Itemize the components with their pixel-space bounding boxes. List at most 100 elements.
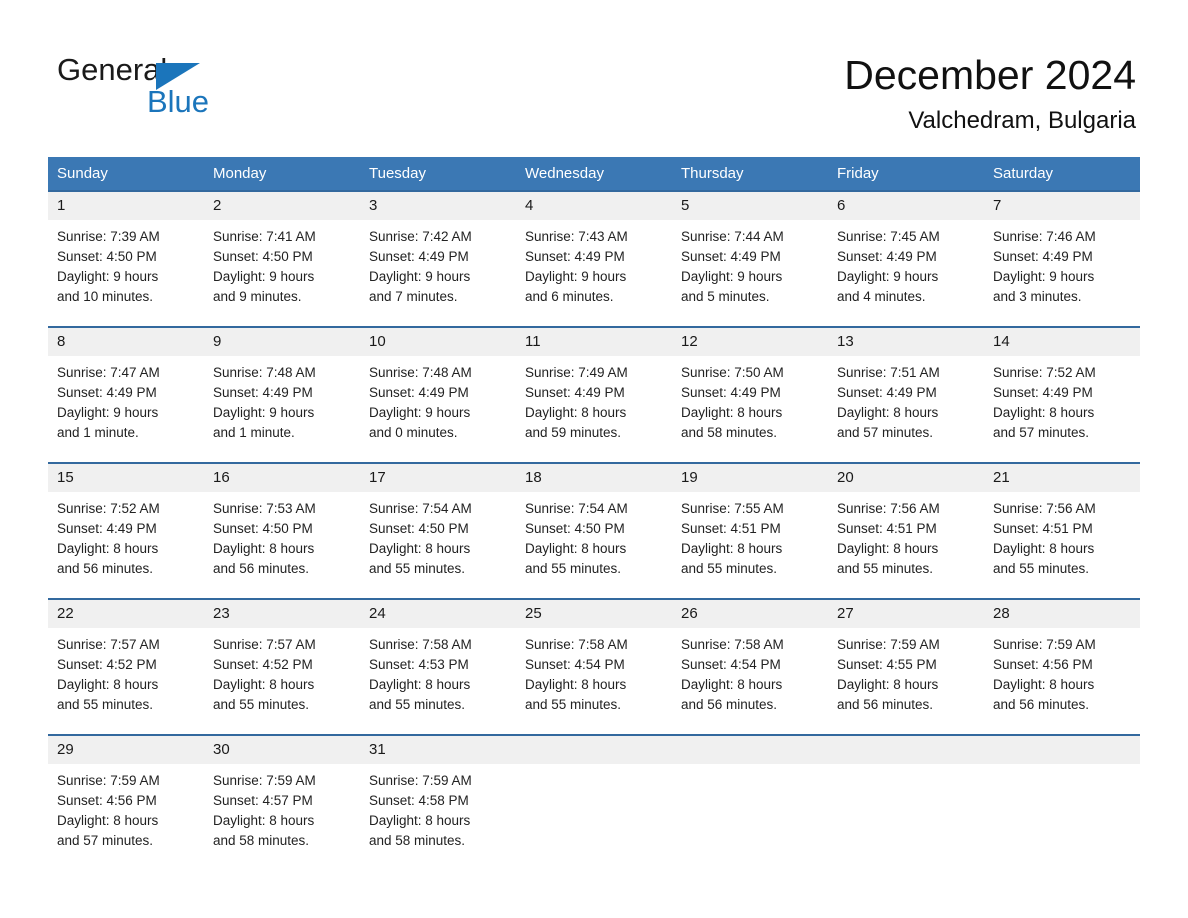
sunrise-text: Sunrise: 7:42 AM bbox=[369, 229, 472, 244]
sunrise-text: Sunrise: 7:39 AM bbox=[57, 229, 160, 244]
day-number[interactable]: 23 bbox=[204, 600, 360, 628]
day-number[interactable]: 18 bbox=[516, 464, 672, 492]
day-number[interactable]: 10 bbox=[360, 328, 516, 356]
day-number[interactable]: 15 bbox=[48, 464, 204, 492]
sunrise-text: Sunrise: 7:47 AM bbox=[57, 365, 160, 380]
day-number[interactable]: 26 bbox=[672, 600, 828, 628]
brand-name-blue: Blue bbox=[146, 84, 209, 119]
day-detail: Sunrise: 7:56 AM Sunset: 4:51 PM Dayligh… bbox=[984, 492, 1140, 598]
day-number[interactable]: 7 bbox=[984, 192, 1140, 220]
daylight-text-line2: and 56 minutes. bbox=[993, 697, 1090, 712]
page-header: General Blue December 2024 Valchedram, B… bbox=[0, 0, 1188, 155]
day-number[interactable]: 16 bbox=[204, 464, 360, 492]
day-cell-empty bbox=[984, 736, 1140, 764]
day-number[interactable]: 21 bbox=[984, 464, 1140, 492]
daylight-text-line1: Daylight: 8 hours bbox=[993, 677, 1095, 692]
day-number[interactable]: 6 bbox=[828, 192, 984, 220]
sunset-text: Sunset: 4:54 PM bbox=[681, 657, 781, 672]
daylight-text-line2: and 57 minutes. bbox=[57, 833, 154, 848]
day-detail: Sunrise: 7:44 AM Sunset: 4:49 PM Dayligh… bbox=[672, 220, 828, 326]
day-number[interactable]: 19 bbox=[672, 464, 828, 492]
daylight-text-line2: and 56 minutes. bbox=[213, 561, 310, 576]
day-detail: Sunrise: 7:53 AM Sunset: 4:50 PM Dayligh… bbox=[204, 492, 360, 598]
daylight-text-line2: and 56 minutes. bbox=[837, 697, 934, 712]
sunset-text: Sunset: 4:51 PM bbox=[837, 521, 937, 536]
daylight-text-line1: Daylight: 8 hours bbox=[213, 677, 315, 692]
sunrise-text: Sunrise: 7:52 AM bbox=[993, 365, 1096, 380]
day-number[interactable]: 30 bbox=[204, 736, 360, 764]
day-number[interactable]: 11 bbox=[516, 328, 672, 356]
day-detail: Sunrise: 7:48 AM Sunset: 4:49 PM Dayligh… bbox=[204, 356, 360, 462]
day-detail-empty bbox=[984, 764, 1140, 868]
day-number[interactable]: 8 bbox=[48, 328, 204, 356]
day-number[interactable]: 13 bbox=[828, 328, 984, 356]
week-row: 15 16 17 18 19 20 21 Sunrise: 7:52 AM Su… bbox=[48, 462, 1140, 598]
daylight-text-line2: and 5 minutes. bbox=[681, 289, 770, 304]
weekday-header-friday: Friday bbox=[837, 165, 879, 182]
daylight-text-line1: Daylight: 8 hours bbox=[213, 541, 315, 556]
daylight-text-line1: Daylight: 9 hours bbox=[369, 269, 471, 284]
day-number[interactable]: 4 bbox=[516, 192, 672, 220]
day-number[interactable]: 20 bbox=[828, 464, 984, 492]
sunrise-text: Sunrise: 7:41 AM bbox=[213, 229, 316, 244]
daylight-text-line1: Daylight: 8 hours bbox=[525, 677, 627, 692]
week-date-band: 22 23 24 25 26 27 28 bbox=[48, 600, 1140, 628]
day-number[interactable]: 25 bbox=[516, 600, 672, 628]
sunset-text: Sunset: 4:51 PM bbox=[681, 521, 781, 536]
daylight-text-line2: and 55 minutes. bbox=[57, 697, 154, 712]
day-detail: Sunrise: 7:58 AM Sunset: 4:54 PM Dayligh… bbox=[516, 628, 672, 734]
week-detail-band: Sunrise: 7:39 AM Sunset: 4:50 PM Dayligh… bbox=[48, 220, 1140, 326]
week-detail-band: Sunrise: 7:59 AM Sunset: 4:56 PM Dayligh… bbox=[48, 764, 1140, 868]
sunset-text: Sunset: 4:51 PM bbox=[993, 521, 1093, 536]
sunset-text: Sunset: 4:50 PM bbox=[213, 249, 313, 264]
sunrise-text: Sunrise: 7:59 AM bbox=[213, 773, 316, 788]
day-detail: Sunrise: 7:54 AM Sunset: 4:50 PM Dayligh… bbox=[516, 492, 672, 598]
day-number[interactable]: 28 bbox=[984, 600, 1140, 628]
day-number[interactable]: 12 bbox=[672, 328, 828, 356]
daylight-text-line1: Daylight: 8 hours bbox=[837, 677, 939, 692]
week-detail-band: Sunrise: 7:47 AM Sunset: 4:49 PM Dayligh… bbox=[48, 356, 1140, 462]
daylight-text-line1: Daylight: 9 hours bbox=[213, 269, 315, 284]
sunrise-text: Sunrise: 7:48 AM bbox=[369, 365, 472, 380]
day-number[interactable]: 17 bbox=[360, 464, 516, 492]
daylight-text-line2: and 59 minutes. bbox=[525, 425, 622, 440]
day-cell-empty bbox=[828, 736, 984, 764]
calendar-grid: Sunday Monday Tuesday Wednesday Thursday… bbox=[48, 157, 1140, 868]
day-detail: Sunrise: 7:52 AM Sunset: 4:49 PM Dayligh… bbox=[48, 492, 204, 598]
daylight-text-line2: and 58 minutes. bbox=[213, 833, 310, 848]
day-detail: Sunrise: 7:51 AM Sunset: 4:49 PM Dayligh… bbox=[828, 356, 984, 462]
sunset-text: Sunset: 4:52 PM bbox=[213, 657, 313, 672]
day-number[interactable]: 22 bbox=[48, 600, 204, 628]
daylight-text-line1: Daylight: 8 hours bbox=[369, 813, 471, 828]
day-number[interactable]: 24 bbox=[360, 600, 516, 628]
day-number[interactable]: 14 bbox=[984, 328, 1140, 356]
daylight-text-line2: and 55 minutes. bbox=[369, 697, 466, 712]
day-number[interactable]: 27 bbox=[828, 600, 984, 628]
day-number[interactable]: 5 bbox=[672, 192, 828, 220]
triangle-logo-icon bbox=[156, 63, 200, 90]
daylight-text-line1: Daylight: 8 hours bbox=[369, 677, 471, 692]
sunset-text: Sunset: 4:50 PM bbox=[57, 249, 157, 264]
day-number[interactable]: 2 bbox=[204, 192, 360, 220]
sunset-text: Sunset: 4:53 PM bbox=[369, 657, 469, 672]
week-date-band: 29 30 31 bbox=[48, 736, 1140, 764]
sunrise-text: Sunrise: 7:46 AM bbox=[993, 229, 1096, 244]
day-detail: Sunrise: 7:57 AM Sunset: 4:52 PM Dayligh… bbox=[48, 628, 204, 734]
weekday-header-sunday: Sunday bbox=[57, 165, 108, 182]
daylight-text-line1: Daylight: 8 hours bbox=[525, 541, 627, 556]
day-detail-empty bbox=[672, 764, 828, 868]
sunrise-text: Sunrise: 7:51 AM bbox=[837, 365, 940, 380]
day-number[interactable]: 29 bbox=[48, 736, 204, 764]
sunset-text: Sunset: 4:49 PM bbox=[837, 385, 937, 400]
day-number[interactable]: 9 bbox=[204, 328, 360, 356]
day-number[interactable]: 31 bbox=[360, 736, 516, 764]
day-detail: Sunrise: 7:59 AM Sunset: 4:56 PM Dayligh… bbox=[984, 628, 1140, 734]
day-number[interactable]: 1 bbox=[48, 192, 204, 220]
sunrise-text: Sunrise: 7:59 AM bbox=[57, 773, 160, 788]
brand-logo[interactable]: General Blue bbox=[57, 52, 217, 120]
sunrise-text: Sunrise: 7:58 AM bbox=[369, 637, 472, 652]
sunset-text: Sunset: 4:50 PM bbox=[369, 521, 469, 536]
day-number[interactable]: 3 bbox=[360, 192, 516, 220]
daylight-text-line2: and 7 minutes. bbox=[369, 289, 458, 304]
sunset-text: Sunset: 4:56 PM bbox=[57, 793, 157, 808]
